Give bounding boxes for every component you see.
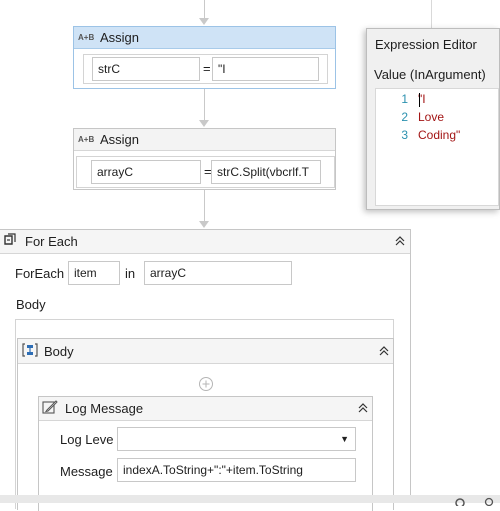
body-sequence[interactable]: Body Log Message Log Leve ▼ Message inde… [17,338,394,511]
text-cursor [419,93,420,107]
body-label: Body [16,297,46,312]
foreach-header[interactable]: For Each [0,230,410,254]
foreach-collection-field[interactable]: arrayC [144,261,292,285]
expression-code-area[interactable]: 1 "I 2 Love 3 Coding" [375,88,499,206]
assign-to-field[interactable]: arrayC [91,160,201,184]
assign-activity-1[interactable]: A+B Assign strC = "I [73,26,336,89]
assign-to-field[interactable]: strC [92,57,200,81]
zoom-icon[interactable] [484,494,496,509]
log-message-header[interactable]: Log Message [39,397,372,421]
line-number: 3 [401,128,408,142]
status-bar [0,495,500,503]
expression-editor-panel[interactable]: Expression Editor Value (InArgument) 1 "… [366,28,500,210]
assign-body: strC = "I [83,54,328,84]
code-text: Love [418,110,445,124]
assign-value-field[interactable]: "I [212,57,319,81]
collapse-icon[interactable] [357,402,369,417]
expression-editor-title: Expression Editor [375,37,477,52]
message-label: Message [60,464,113,479]
sequence-icon [22,342,42,361]
collapse-icon[interactable] [378,345,390,360]
assign-header[interactable]: A+B Assign [74,129,335,151]
activity-title: Assign [100,132,140,147]
foreach-icon [3,233,21,250]
activity-title: Body [44,343,74,359]
log-message-activity[interactable]: Log Message Log Leve ▼ Message indexA.To… [38,396,373,511]
log-level-label: Log Leve [60,432,114,447]
foreach-item-field[interactable]: item [68,261,120,285]
add-activity-icon[interactable] [198,376,214,395]
connector-assign1-assign2 [204,89,205,123]
log-level-dropdown[interactable]: ▼ [117,427,356,451]
assign-icon: A+B [78,135,95,144]
settings-icon[interactable] [454,494,466,509]
expression-editor-subtitle: Value (InArgument) [374,67,486,82]
connector-arrow [199,120,209,127]
assign-body: arrayC = strC.Split(vbcrlf.T [76,156,335,188]
activity-title: Assign [100,30,140,45]
assign-icon: A+B [78,33,95,42]
connector-arrow [199,18,209,25]
assign-equals: = [203,61,211,76]
in-label: in [125,266,136,281]
line-number: 1 [401,92,408,106]
foreach-activity[interactable]: For Each ForEach item in arrayC Body Bod… [0,229,411,511]
foreach-label: ForEach [15,266,65,281]
chevron-down-icon: ▼ [340,434,349,444]
connector-assign2-foreach [204,190,205,224]
canvas-divider [431,0,432,28]
assign-value-field[interactable]: strC.Split(vbcrlf.T [211,160,321,184]
collapse-icon[interactable] [394,235,406,250]
line-number: 2 [401,110,408,124]
log-message-icon [42,399,64,418]
activity-title: For Each [25,234,78,249]
assign-activity-2[interactable]: A+B Assign arrayC = strC.Split(vbcrlf.T [73,128,336,190]
activity-title: Log Message [65,401,144,416]
connector-arrow [199,221,209,228]
body-container: Body Log Message Log Leve ▼ Message inde… [15,319,394,511]
message-field[interactable]: indexA.ToString+":"+item.ToString [117,458,356,482]
assign-header[interactable]: A+B Assign [74,27,335,49]
code-text: Coding" [418,128,461,142]
sequence-header[interactable]: Body [18,339,393,364]
